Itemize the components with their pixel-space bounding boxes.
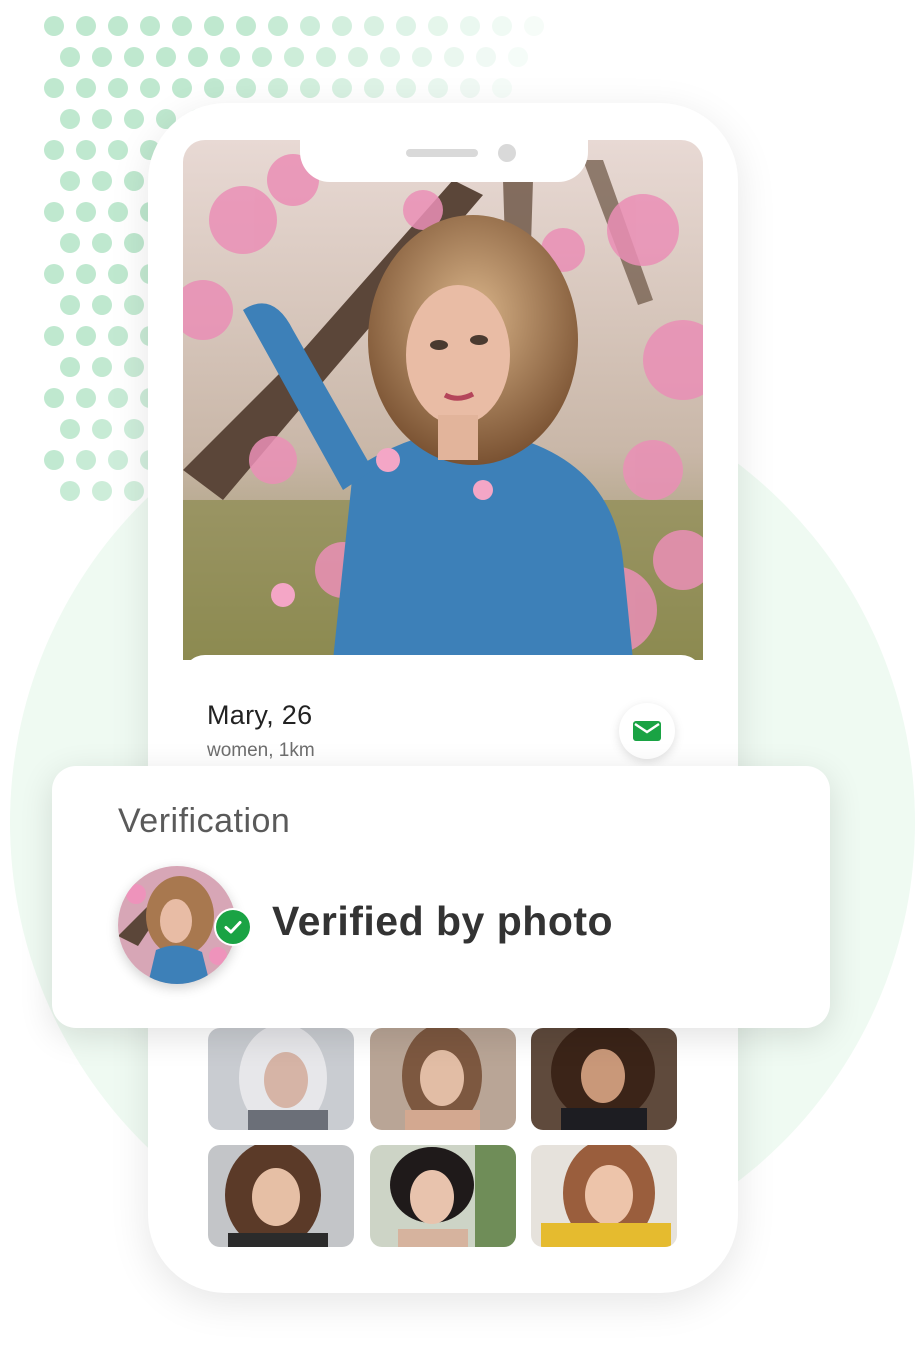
- message-button[interactable]: [619, 703, 675, 759]
- profile-photo[interactable]: [183, 140, 703, 660]
- gallery-thumb-6[interactable]: [531, 1145, 677, 1247]
- gallery-thumb-1[interactable]: [208, 1028, 354, 1130]
- phone-screen: Mary, 26 women, 1km: [183, 140, 703, 1265]
- envelope-icon: [633, 721, 661, 741]
- gallery-thumb-2[interactable]: [370, 1028, 516, 1130]
- check-circle-icon: [216, 910, 250, 944]
- gallery-thumb-3[interactable]: [531, 1028, 677, 1130]
- verification-status: Verified by photo: [272, 898, 614, 944]
- profile-details: women, 1km: [207, 740, 315, 761]
- gallery-thumb-4[interactable]: [208, 1145, 354, 1247]
- verified-badge: [214, 908, 252, 946]
- verification-card: Verification Verified by photo: [52, 766, 830, 1028]
- phone-speaker: [406, 149, 478, 157]
- phone-notch: [300, 140, 588, 182]
- phone-camera: [498, 144, 516, 162]
- profile-name: Mary, 26: [207, 700, 313, 730]
- verification-title: Verification: [118, 802, 291, 840]
- gallery-thumb-5[interactable]: [370, 1145, 516, 1247]
